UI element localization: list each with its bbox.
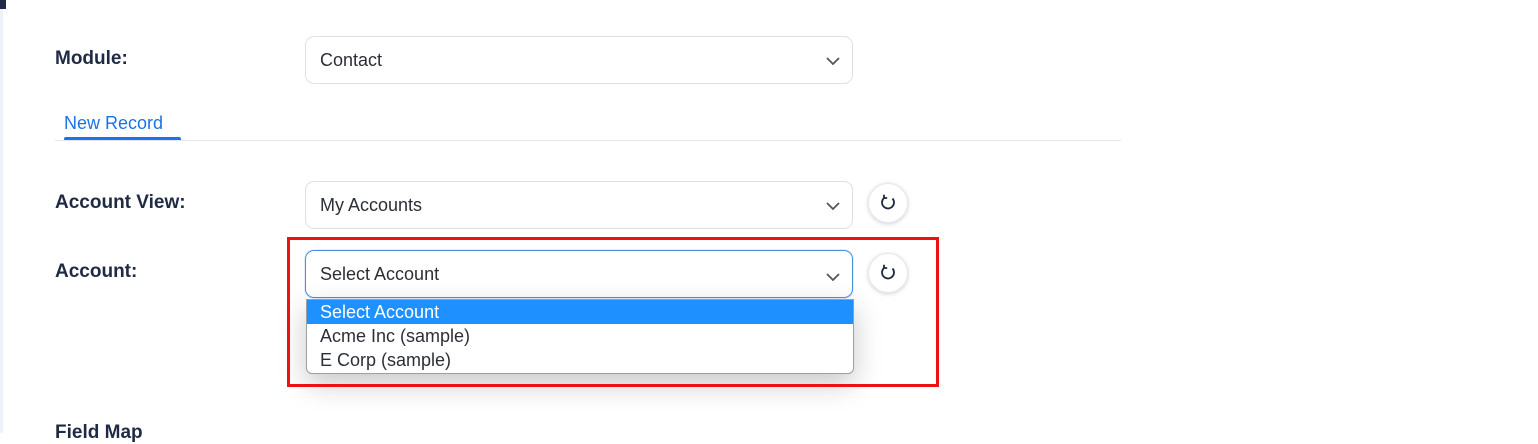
account-view-select-value: My Accounts [320, 195, 423, 215]
module-label: Module: [55, 48, 128, 69]
left-edge [0, 0, 3, 433]
chevron-down-icon [826, 202, 840, 211]
account-view-select[interactable]: My Accounts [305, 181, 853, 229]
account-view-refresh-button[interactable] [868, 183, 908, 223]
tab-divider [55, 140, 1121, 141]
account-view-label: Account View: [55, 192, 186, 213]
window-corner [0, 0, 6, 9]
module-select-value: Contact [320, 50, 383, 70]
refresh-icon [881, 194, 895, 210]
chevron-down-icon [826, 57, 840, 66]
highlight-box [287, 237, 939, 387]
account-label: Account: [55, 261, 138, 282]
field-map-label: Field Map [55, 422, 143, 443]
tab-new-record[interactable]: New Record [64, 113, 163, 134]
module-select[interactable]: Contact [305, 36, 853, 84]
